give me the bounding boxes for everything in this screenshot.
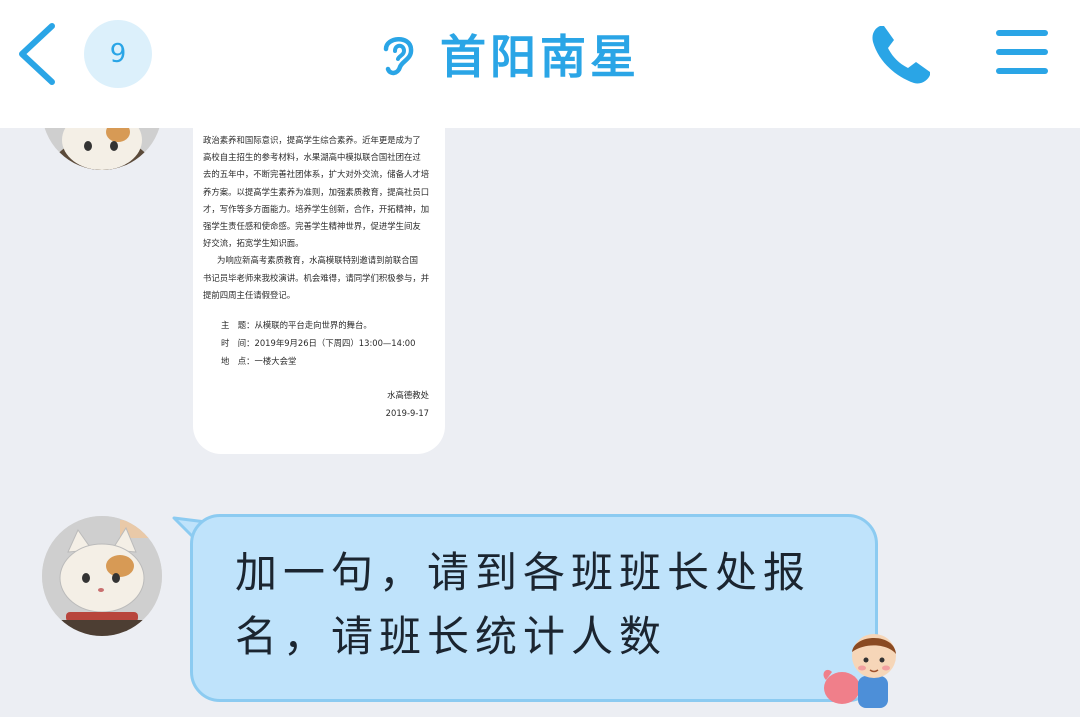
back-arrow-icon: [19, 23, 55, 85]
image-message-notice[interactable]: 政治素养和国际意识，提高学生综合素养。近年更是成为了 高校自主招生的参考材料，水…: [193, 118, 445, 454]
back-button[interactable]: [12, 18, 66, 90]
phone-icon: [872, 26, 930, 84]
sender-avatar[interactable]: [42, 516, 162, 636]
menu-icon: [996, 30, 1048, 74]
notice-date: 2019-9-17: [385, 408, 429, 419]
chat-title-group[interactable]: 首阳南星: [378, 24, 640, 84]
ear-icon: [383, 37, 414, 76]
notice-time: 时 间：2019年9月26日（下周四）13:00—14:00: [221, 338, 416, 349]
unread-count-badge[interactable]: 9: [84, 20, 152, 88]
notice-line: 才，写作等多方面能力。培养学生创新，合作，开拓精神，加: [203, 203, 430, 214]
message-text: 加一句，请到各班班长处报 名，请班长统计人数: [235, 548, 812, 661]
message-list[interactable]: 政治素养和国际意识，提高学生综合素养。近年更是成为了 高校自主招生的参考材料，水…: [0, 50, 1080, 717]
notice-line: 养方案。以提高学生素养为准则，加强素质教育，提高社员口: [203, 186, 430, 197]
chat-screen: 9 首阳南星 政治素养和国际意识，提高学生综合素养。近年更是成为了 高校自主招生…: [0, 0, 1080, 717]
menu-button[interactable]: [994, 26, 1050, 78]
chat-title: 首阳南星: [440, 30, 640, 84]
chat-header: 9 首阳南星: [0, 0, 1080, 128]
notice-signature: 水高德教处: [387, 390, 429, 401]
notice-line: 书记员毕老师来我校演讲。机会难得，请同学们积极参与，并: [203, 272, 430, 283]
notice-line: 提前四周主任请假登记。: [203, 289, 296, 300]
call-button[interactable]: [866, 20, 936, 90]
boy-with-heart-sticker-icon: [823, 634, 896, 708]
notice-line: 好交流，拓宽学生知识面。: [203, 238, 304, 249]
cat-avatar-icon: [42, 516, 162, 636]
notice-location: 地 点：一楼大会堂: [221, 356, 297, 367]
text-message-bubble[interactable]: 加一句，请到各班班长处报 名，请班长统计人数: [190, 514, 878, 702]
notice-body: 政治素养和国际意识，提高学生综合素养。近年更是成为了 高校自主招生的参考材料，水…: [203, 132, 435, 422]
notice-line: 高校自主招生的参考材料，水果湖高中模拟联合国社团在过: [203, 152, 421, 163]
notice-line: 为响应新高考素质教育，水高模联特别邀请到前联合国: [217, 255, 418, 266]
notice-line: 强学生责任感和使命感。完善学生精神世界，促进学生间友: [203, 221, 421, 232]
notice-spacer: [203, 304, 435, 316]
notice-line: 政治素养和国际意识，提高学生综合素养。近年更是成为了: [203, 135, 421, 145]
notice-line: 去的五年中，不断完善社团体系，扩大对外交流，储备人才培: [203, 169, 430, 180]
notice-topic: 主 题：从模联的平台走向世界的舞台。: [221, 320, 372, 331]
